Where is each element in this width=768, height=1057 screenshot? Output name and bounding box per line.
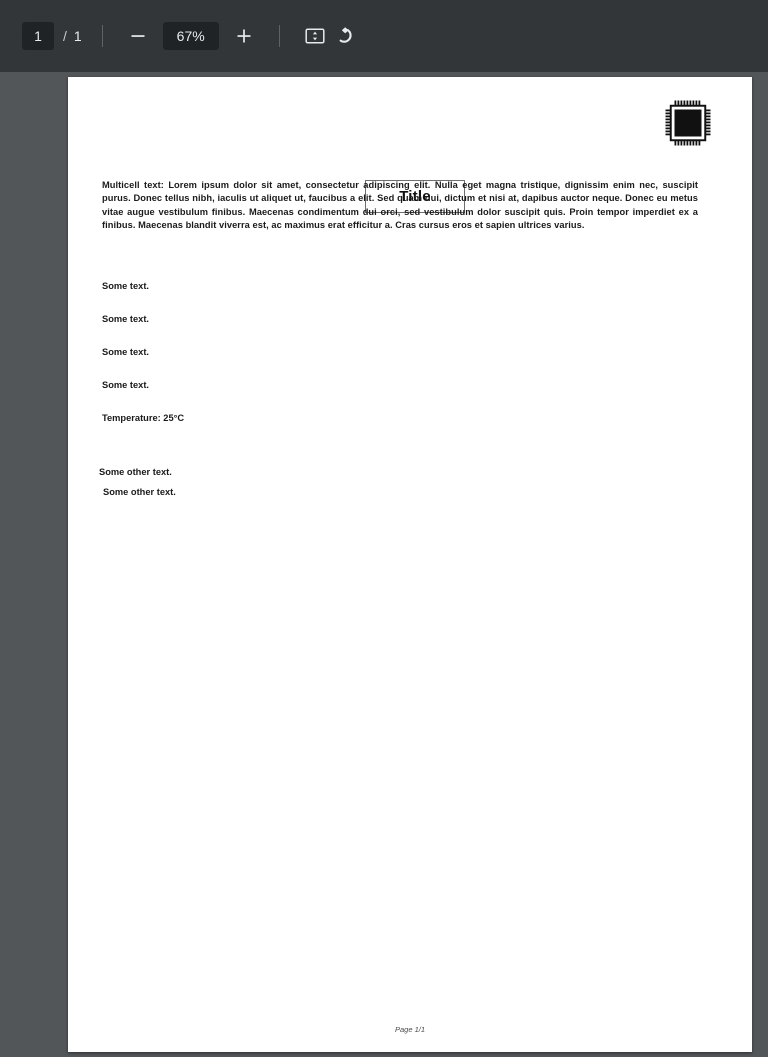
- minus-icon: [131, 35, 145, 37]
- list-item: Some text.: [102, 314, 150, 324]
- list-item: Some text.: [102, 380, 150, 390]
- toolbar-divider-2: [278, 25, 280, 47]
- list-item: Some other text.: [103, 487, 176, 497]
- multicell-paragraph: Multicell text: Lorem ipsum dolor sit am…: [102, 180, 698, 230]
- plus-icon: [237, 29, 251, 43]
- zoom-controls-group: 67%: [123, 21, 259, 51]
- zoom-level-field[interactable]: 67%: [162, 22, 219, 50]
- page-navigation-group: / 1: [22, 22, 82, 50]
- rotate-counterclockwise-icon: [339, 27, 352, 43]
- pdf-viewer-toolbar: / 1 67%: [0, 0, 768, 72]
- zoom-out-button[interactable]: [123, 21, 153, 51]
- microchip-icon: [665, 100, 711, 146]
- page-separator: /: [63, 28, 67, 44]
- page-footer-label: Page 1/1: [394, 1025, 426, 1034]
- rotate-counterclockwise-button[interactable]: [330, 21, 360, 51]
- view-controls-group: [300, 21, 360, 51]
- zoom-in-button[interactable]: [229, 21, 259, 51]
- list-item: Some other text.: [99, 467, 172, 477]
- toolbar-divider-1: [101, 25, 103, 47]
- list-item: Some text.: [102, 281, 150, 291]
- page-count-label: 1: [73, 28, 82, 44]
- fit-to-page-icon: [305, 28, 325, 44]
- list-item: Some text.: [102, 347, 150, 357]
- pdf-viewer-area[interactable]: Title Multicell text: Lorem ipsum dolor …: [0, 72, 768, 1057]
- temperature-reading: Temperature: 25°C: [102, 413, 185, 423]
- page-number-input[interactable]: [22, 22, 54, 50]
- pdf-page-canvas: Title Multicell text: Lorem ipsum dolor …: [68, 77, 752, 1052]
- fit-to-page-button[interactable]: [300, 21, 330, 51]
